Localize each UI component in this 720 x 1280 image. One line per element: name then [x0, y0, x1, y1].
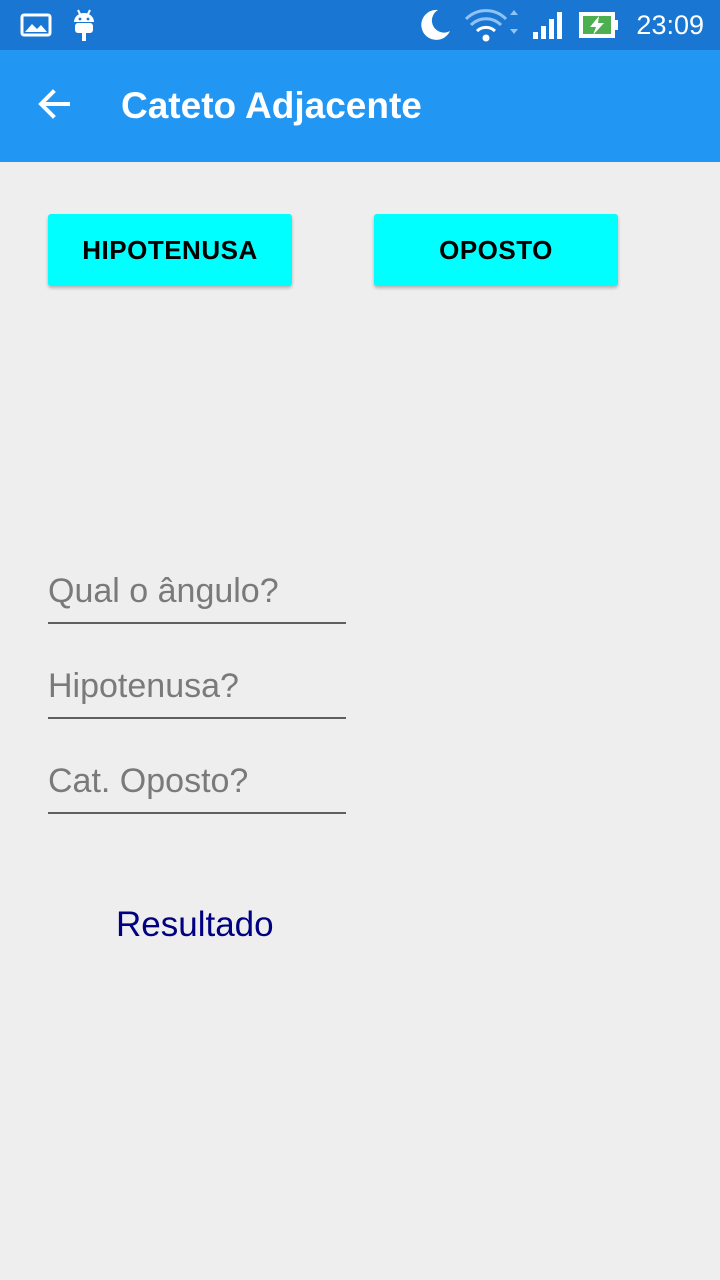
- android-debug-icon: [72, 0, 96, 50]
- opposite-leg-input[interactable]: [48, 750, 346, 814]
- signal-icon: [532, 0, 566, 50]
- status-time: 23:09: [636, 9, 704, 40]
- wifi-icon: [464, 0, 522, 50]
- hipotenusa-button[interactable]: HIPOTENUSA: [48, 214, 292, 286]
- angle-input[interactable]: [48, 560, 346, 624]
- back-arrow-icon: [36, 86, 72, 127]
- app-bar: Cateto Adjacente: [0, 50, 720, 162]
- hypotenuse-input[interactable]: [48, 655, 346, 719]
- moon-icon: [416, 0, 452, 50]
- gallery-icon: [20, 0, 52, 50]
- oposto-button[interactable]: OPOSTO: [374, 214, 618, 286]
- battery-charging-icon: [578, 0, 620, 50]
- back-button[interactable]: [24, 78, 84, 134]
- page-title: Cateto Adjacente: [121, 85, 422, 126]
- result-text: Resultado: [116, 905, 274, 944]
- status-bar: 23:09: [0, 0, 720, 50]
